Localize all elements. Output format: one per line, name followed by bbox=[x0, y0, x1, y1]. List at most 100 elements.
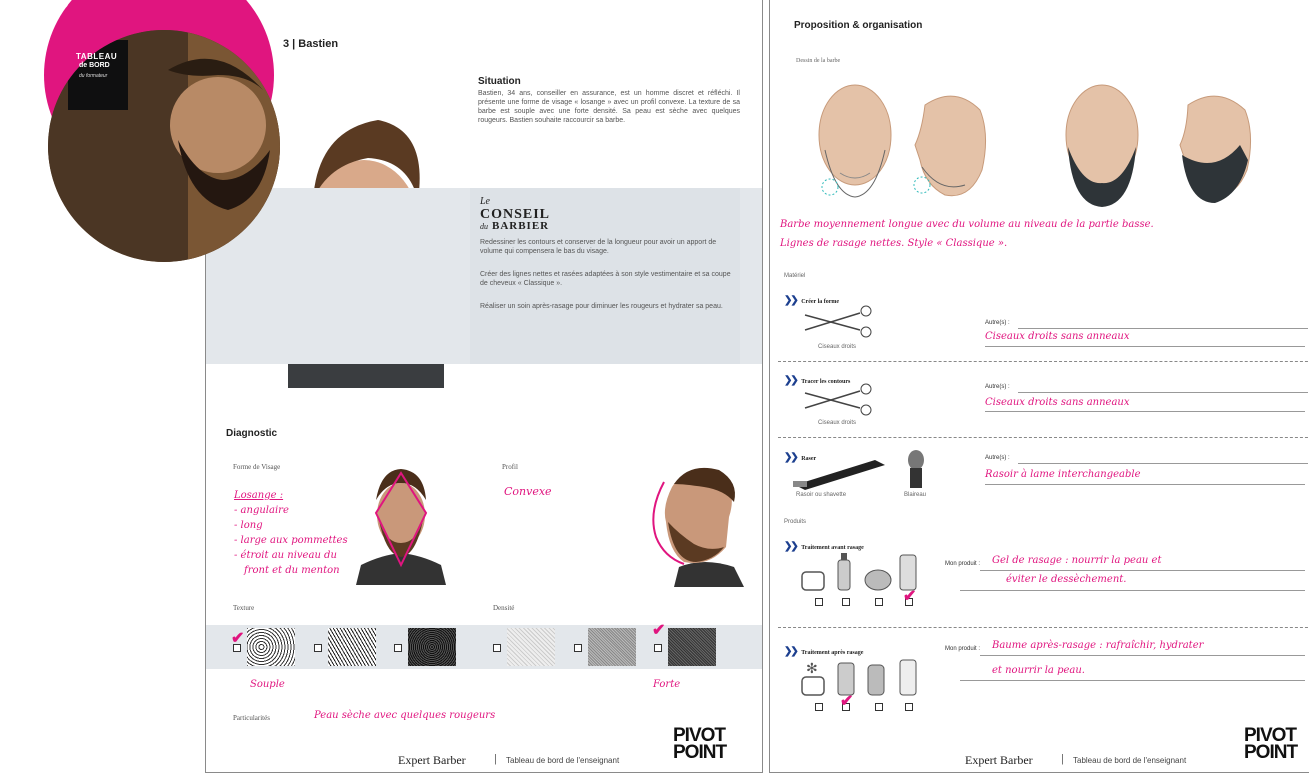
before-checkbox-3[interactable] bbox=[875, 598, 883, 606]
svg-text:✻: ✻ bbox=[806, 660, 818, 676]
texture-checkbox-2[interactable] bbox=[314, 644, 322, 652]
tool-label-3: Rasoir ou shavette bbox=[796, 492, 847, 498]
head-front-2 bbox=[1065, 84, 1139, 207]
divider-3 bbox=[778, 627, 1309, 628]
head-profile-2 bbox=[1179, 95, 1251, 203]
materiel-label: Matériel bbox=[784, 273, 806, 279]
autre-hand-2: Ciseaux droits sans anneaux bbox=[985, 397, 1130, 408]
produit-hand-1b: éviter le dessèchement. bbox=[1006, 574, 1127, 585]
after-checkbox-3[interactable] bbox=[875, 703, 883, 711]
divider-1 bbox=[778, 361, 1309, 362]
conseil-du: du bbox=[480, 222, 488, 231]
before-checkbox-1[interactable] bbox=[815, 598, 823, 606]
pivot-point-logo-right: PIVOT POINT bbox=[1244, 725, 1298, 763]
chevron-icon: ❯❯ bbox=[784, 541, 799, 552]
after-tick: ✔ bbox=[840, 693, 854, 710]
badge-letter-s: S bbox=[1, 25, 31, 52]
head-front-1 bbox=[818, 84, 892, 198]
badge-book-title-1: TABLEAU bbox=[76, 52, 118, 61]
density-swatch-forte bbox=[668, 628, 716, 666]
diagnostic-title: Diagnostic bbox=[226, 428, 278, 439]
texture-checkbox-3[interactable] bbox=[394, 644, 402, 652]
autre-line-3b bbox=[985, 484, 1305, 485]
case-title: 3 | Bastien bbox=[283, 38, 339, 50]
mon-produit-label-2: Mon produit : bbox=[945, 646, 981, 652]
forme-hand: Losange : - angulaire - long - large aux… bbox=[234, 490, 348, 576]
profil-hand: Convexe bbox=[504, 485, 552, 498]
particularites-label: Particularités bbox=[233, 714, 270, 722]
profil-label: Profil bbox=[502, 463, 518, 471]
tool-label-3b: Blaireau bbox=[904, 492, 927, 498]
before-tick: ✔ bbox=[903, 588, 917, 605]
density-checkbox-2[interactable] bbox=[574, 644, 582, 652]
brush-icon bbox=[905, 450, 927, 490]
head-profile-1 bbox=[913, 95, 986, 197]
situation-text: Bastien, 34 ans, conseiller en assurance… bbox=[478, 90, 740, 124]
autre-label-2: Autre(s) : bbox=[985, 384, 1010, 390]
density-swatch-2 bbox=[588, 628, 636, 666]
autre-line-1 bbox=[1018, 328, 1308, 329]
conseil-le: Le bbox=[480, 196, 490, 207]
texture-swatch-2 bbox=[328, 628, 376, 666]
footer-subtitle: Tableau de bord de l'enseignant bbox=[506, 756, 620, 765]
autre-line-1b bbox=[985, 346, 1305, 347]
face-profile-photo bbox=[634, 462, 744, 587]
particularites-hand: Peau sèche avec quelques rougeurs bbox=[314, 710, 496, 721]
conseil-box: Le CONSEIL du BARBIER Redessiner les con… bbox=[470, 188, 740, 364]
beard-drawings bbox=[810, 75, 1309, 210]
pivot-point-logo: PIVOT POINT bbox=[673, 725, 727, 763]
forme-label: Forme de Visage bbox=[233, 463, 281, 471]
mon-produit-label-1: Mon produit : bbox=[945, 561, 981, 567]
scissors-icon bbox=[800, 305, 880, 340]
razor-icon bbox=[790, 455, 890, 490]
footer-brand-right: Expert Barber bbox=[965, 753, 1033, 767]
product-icons-after: ✻ bbox=[798, 655, 923, 700]
autre-line-3 bbox=[1018, 463, 1308, 464]
produit-hand-2b: et nourrir la peau. bbox=[992, 665, 1085, 676]
footer-brand: Expert Barber bbox=[398, 753, 466, 767]
autre-hand-3: Rasoir à lame interchangeable bbox=[985, 469, 1141, 480]
density-swatch-1 bbox=[507, 628, 555, 666]
divider-2 bbox=[778, 437, 1309, 438]
density-hand: Forte bbox=[653, 679, 681, 690]
texture-tick: ✔ bbox=[231, 630, 245, 647]
chevron-icon: ❯❯ bbox=[784, 646, 799, 657]
dessin-label: Dessin de la barbe bbox=[796, 58, 841, 64]
autre-hand-1: Ciseaux droits sans anneaux bbox=[985, 331, 1130, 342]
before-checkbox-2[interactable] bbox=[842, 598, 850, 606]
tool-label-2: Ciseaux droits bbox=[818, 420, 857, 426]
conseil-p2: Créer des lignes nettes et rasées adapté… bbox=[480, 271, 731, 287]
autre-line-2 bbox=[1018, 392, 1308, 393]
density-tick: ✔ bbox=[652, 622, 666, 639]
texture-swatch-3 bbox=[408, 628, 456, 666]
produits-label: Produits bbox=[784, 519, 807, 525]
conseil-title-2: BARBIER bbox=[492, 220, 550, 232]
texture-label: Texture bbox=[233, 604, 255, 612]
autre-label-3: Autre(s) : bbox=[985, 455, 1010, 461]
left-page: 3 | Bastien Situation Bastien, 34 ans, c… bbox=[205, 0, 763, 773]
badge-letter-o: O bbox=[22, 0, 53, 33]
conseil-p1: Redessiner les contours et conserver de … bbox=[480, 239, 717, 255]
conseil-p3: Réaliser un soin après-rasage pour dimin… bbox=[480, 303, 723, 310]
autre-line-2b bbox=[985, 411, 1305, 412]
chevron-icon: ❯❯ bbox=[784, 295, 799, 306]
after-checkbox-4[interactable] bbox=[905, 703, 913, 711]
face-front-photo bbox=[356, 465, 446, 585]
produit-line-1b bbox=[960, 590, 1305, 591]
produit-hand-2a: Baume après-rasage : rafraîchir, hydrate… bbox=[992, 640, 1204, 651]
dessin-hand-1: Barbe moyennement longue avec du volume … bbox=[780, 219, 1154, 230]
tool-label-1: Ciseaux droits bbox=[818, 344, 857, 350]
footer-separator-right: | bbox=[1061, 753, 1064, 765]
badge-book-sub: du formateur bbox=[79, 73, 108, 79]
after-checkbox-1[interactable] bbox=[815, 703, 823, 711]
situation-title: Situation bbox=[478, 76, 521, 87]
density-checkbox-3[interactable] bbox=[654, 644, 662, 652]
scissors-icon bbox=[800, 383, 880, 418]
chevron-icon: ❯❯ bbox=[784, 375, 799, 386]
density-checkbox-1[interactable] bbox=[493, 644, 501, 652]
densite-label: Densité bbox=[493, 604, 515, 612]
produit-line-1a bbox=[980, 570, 1305, 571]
footer-separator: | bbox=[494, 753, 497, 765]
right-page: Proposition & organisation Dessin de la … bbox=[769, 0, 1309, 773]
texture-hand: Souple bbox=[250, 679, 285, 690]
